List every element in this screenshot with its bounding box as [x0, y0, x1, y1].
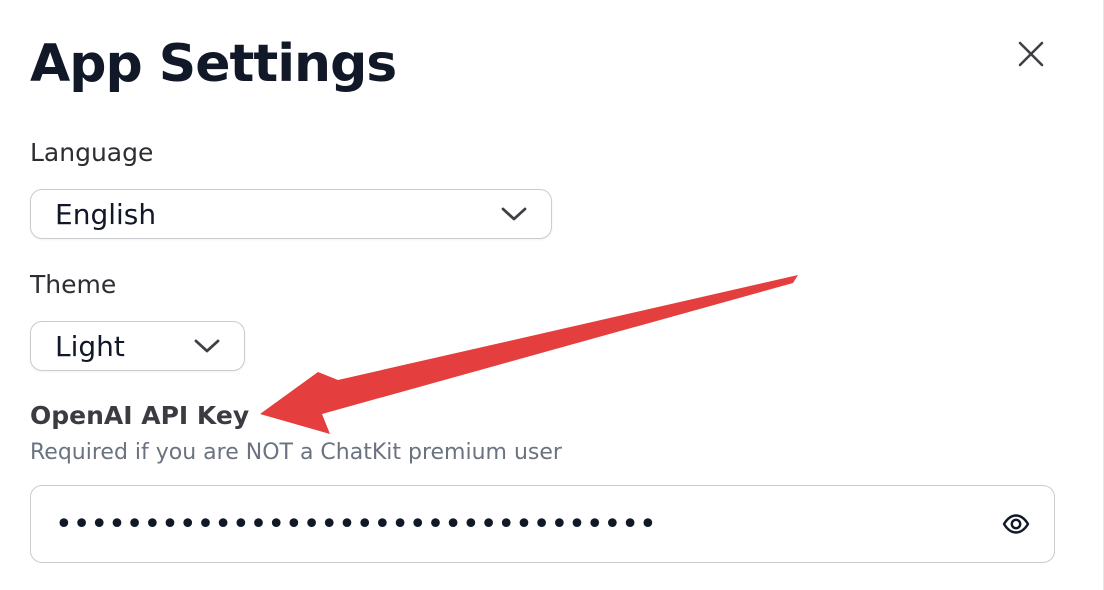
api-key-helper-text: Required if you are NOT a ChatKit premiu… [30, 440, 562, 465]
chevron-down-icon [194, 338, 220, 354]
settings-dialog: App Settings Language English Theme Ligh… [0, 0, 1104, 590]
eye-icon [1002, 514, 1030, 534]
language-select[interactable]: English [30, 189, 552, 239]
annotation-arrow-shape [260, 275, 798, 434]
language-label: Language [30, 138, 154, 167]
api-key-field [30, 485, 1055, 563]
show-password-button[interactable] [1000, 508, 1032, 540]
close-icon [1018, 41, 1044, 67]
api-key-label: OpenAI API Key [30, 401, 250, 430]
chevron-down-icon [501, 206, 527, 222]
dialog-title: App Settings [30, 34, 397, 94]
theme-select-value: Light [55, 329, 125, 363]
api-key-input[interactable] [55, 504, 1000, 544]
close-button[interactable] [1012, 35, 1050, 73]
theme-select[interactable]: Light [30, 321, 245, 371]
language-select-value: English [55, 197, 157, 231]
theme-label: Theme [30, 270, 117, 299]
